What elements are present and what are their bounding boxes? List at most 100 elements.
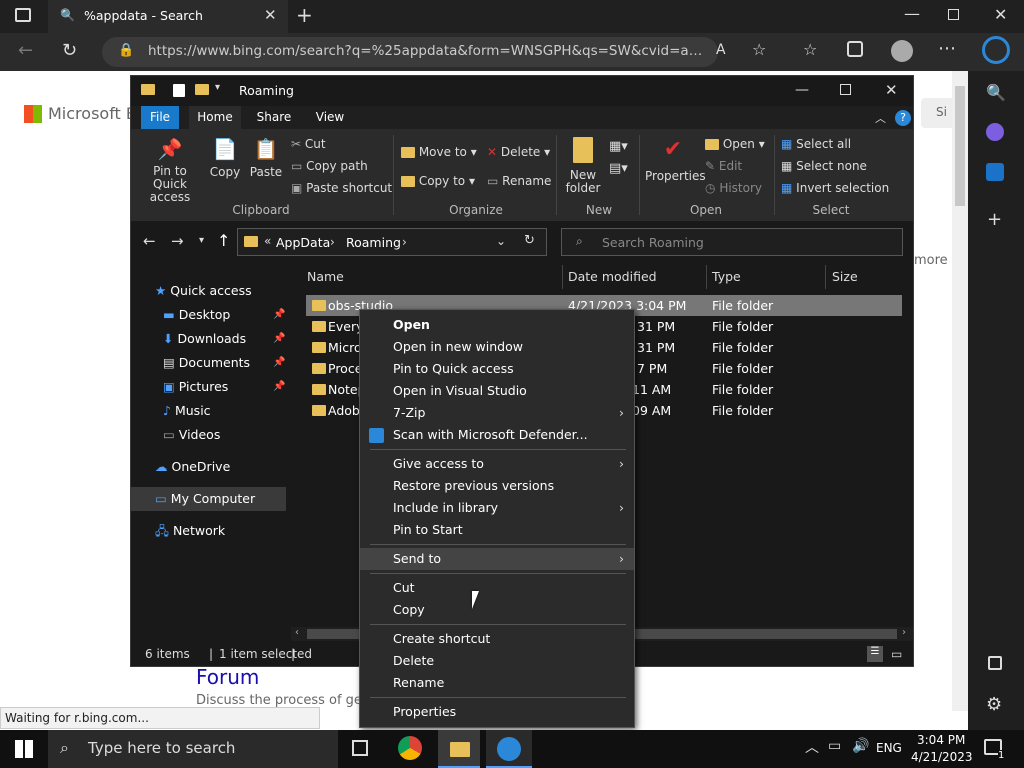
search-input[interactable]: ⌕ Search Roaming xyxy=(561,228,903,256)
menu-open-new-window[interactable]: Open in new window xyxy=(360,336,634,358)
properties-button[interactable]: ✔ Properties xyxy=(645,137,706,183)
nav-network[interactable]: 🖧 Network xyxy=(155,519,225,543)
forward-icon[interactable]: → xyxy=(171,232,184,250)
menu-send-to[interactable]: Send to › xyxy=(360,548,634,570)
address-bar[interactable]: 🔒 https://www.bing.com/search?q=%25appda… xyxy=(102,37,718,67)
read-aloud-icon[interactable]: A xyxy=(716,42,726,58)
new-tab-icon[interactable]: + xyxy=(296,3,313,27)
new-item-icon[interactable]: ▦▾ xyxy=(609,139,628,154)
breadcrumb-roaming[interactable]: Roaming xyxy=(346,235,401,250)
settings-icon[interactable]: ⚙ xyxy=(986,694,1002,715)
delete-button[interactable]: ✕ Delete ▾ xyxy=(487,145,550,159)
breadcrumb[interactable]: « AppData › Roaming › ⌄ ↻ xyxy=(237,228,547,256)
scroll-right-icon[interactable]: › xyxy=(902,627,906,638)
up-icon[interactable]: ↑ xyxy=(217,231,230,250)
new-folder-icon[interactable] xyxy=(195,84,209,95)
minimize-icon[interactable]: — xyxy=(904,4,920,23)
pin-quick-access-button[interactable]: 📌 Pin to Quick access xyxy=(137,137,203,204)
select-none-button[interactable]: ▦ Select none xyxy=(781,159,867,173)
col-date[interactable]: Date modified xyxy=(568,265,657,289)
menu-cut[interactable]: Cut xyxy=(360,577,634,599)
nav-documents[interactable]: ▤ Documents 📌 xyxy=(163,351,285,375)
easy-access-icon[interactable]: ▤▾ xyxy=(609,161,628,176)
close-icon[interactable]: ✕ xyxy=(885,81,898,99)
refresh-icon[interactable]: ↻ xyxy=(524,233,535,248)
favorite-add-icon[interactable]: ☆ xyxy=(752,40,766,59)
checkbox-icon[interactable] xyxy=(173,84,185,97)
edit-button[interactable]: ✎ Edit xyxy=(705,159,742,173)
tab-file[interactable]: File xyxy=(141,106,179,129)
invert-selection-button[interactable]: ▦ Invert selection xyxy=(781,181,889,195)
col-size[interactable]: Size xyxy=(832,265,858,289)
menu-open-visual-studio[interactable]: Open in Visual Studio xyxy=(360,380,634,402)
copy-button[interactable]: 📄 Copy xyxy=(207,137,243,179)
volume-icon[interactable]: 🔊 xyxy=(852,738,869,754)
paste-shortcut-button[interactable]: ▣ Paste shortcut xyxy=(291,181,392,195)
scrollbar-thumb[interactable] xyxy=(955,86,965,206)
copy-path-button[interactable]: ▭ Copy path xyxy=(291,159,368,173)
paste-button[interactable]: 📋 Paste xyxy=(247,137,285,179)
select-all-button[interactable]: ▦ Select all xyxy=(781,137,851,151)
profile-avatar[interactable] xyxy=(891,40,913,62)
forum-title[interactable]: Forum xyxy=(196,665,259,689)
scroll-left-icon[interactable]: ‹ xyxy=(295,627,299,638)
tab-actions-icon[interactable] xyxy=(15,8,31,22)
add-icon[interactable]: + xyxy=(987,209,1002,230)
favorites-icon[interactable]: ☆ xyxy=(803,40,817,59)
nav-pictures[interactable]: ▣ Pictures 📌 xyxy=(163,375,285,399)
back-icon[interactable]: ← xyxy=(143,232,156,250)
menu-include-library[interactable]: Include in library › xyxy=(360,497,634,519)
chrome-icon[interactable] xyxy=(398,736,422,760)
chevron-down-icon[interactable]: ⌄ xyxy=(496,234,506,248)
history-button[interactable]: ◷ History xyxy=(705,181,762,195)
search-icon[interactable]: 🔍 xyxy=(986,83,1006,102)
nav-desktop[interactable]: ▬ Desktop 📌 xyxy=(163,303,285,327)
more-link[interactable]: more xyxy=(914,253,948,268)
file-explorer-taskbar-icon[interactable] xyxy=(438,730,480,768)
menu-pin-quick-access[interactable]: Pin to Quick access xyxy=(360,358,634,380)
start-windows-icon[interactable] xyxy=(15,740,33,758)
menu-restore-versions[interactable]: Restore previous versions xyxy=(360,475,634,497)
task-view-icon[interactable] xyxy=(352,740,368,756)
breadcrumb-overflow[interactable]: « xyxy=(264,234,271,248)
help-icon[interactable]: ? xyxy=(895,110,911,126)
menu-pin-start[interactable]: Pin to Start xyxy=(360,519,634,541)
sidebar-toggle-icon[interactable] xyxy=(988,656,1002,670)
rename-button[interactable]: ▭ Rename xyxy=(487,174,551,188)
nav-quick-access[interactable]: ★ Quick access xyxy=(155,279,252,303)
new-folder-button[interactable]: New folder xyxy=(563,137,603,195)
move-to-button[interactable]: Move to ▾ xyxy=(401,145,477,159)
minimize-icon[interactable]: — xyxy=(795,82,809,98)
menu-create-shortcut[interactable]: Create shortcut xyxy=(360,628,634,650)
details-view-icon[interactable]: ☰ xyxy=(867,646,883,662)
cut-button[interactable]: ✂ Cut xyxy=(291,137,326,151)
tab-view[interactable]: View xyxy=(307,106,353,129)
open-button[interactable]: Open ▾ xyxy=(705,137,765,151)
collapse-ribbon-icon[interactable]: ︿ xyxy=(875,110,886,126)
nav-videos[interactable]: ▭ Videos xyxy=(163,423,220,447)
copy-to-button[interactable]: Copy to ▾ xyxy=(401,174,475,188)
taskbar-search[interactable]: ⌕ Type here to search xyxy=(48,730,338,768)
tab-home[interactable]: Home xyxy=(189,106,241,129)
nav-downloads[interactable]: ⬇ Downloads 📌 xyxy=(163,327,285,351)
nav-music[interactable]: ♪ Music xyxy=(163,399,211,423)
tab-share[interactable]: Share xyxy=(249,106,299,129)
refresh-icon[interactable]: ↻ xyxy=(62,40,77,61)
browser-tab[interactable]: 🔍 %appdata - Search ✕ xyxy=(48,0,288,33)
network-icon[interactable]: ▭ xyxy=(828,738,841,754)
col-name[interactable]: Name xyxy=(307,265,344,289)
menu-copy[interactable]: Copy xyxy=(360,599,634,621)
breadcrumb-appdata[interactable]: AppData xyxy=(276,235,330,250)
clock-date[interactable]: 4/21/2023 xyxy=(911,750,973,764)
nav-my-computer[interactable]: ▭ My Computer xyxy=(131,487,286,511)
col-type[interactable]: Type xyxy=(712,265,741,289)
bing-chat-icon[interactable] xyxy=(982,36,1010,64)
clock-time[interactable]: 3:04 PM xyxy=(917,733,965,747)
customize-qat-icon[interactable]: ▾ xyxy=(215,82,220,93)
more-icon[interactable]: ⋯ xyxy=(938,38,956,59)
menu-scan-defender[interactable]: Scan with Microsoft Defender... xyxy=(360,424,634,446)
menu-7zip[interactable]: 7-Zip › xyxy=(360,402,634,424)
show-hidden-icons-icon[interactable]: ︿ xyxy=(805,737,819,757)
menu-properties[interactable]: Properties xyxy=(360,701,634,723)
menu-give-access[interactable]: Give access to › xyxy=(360,453,634,475)
